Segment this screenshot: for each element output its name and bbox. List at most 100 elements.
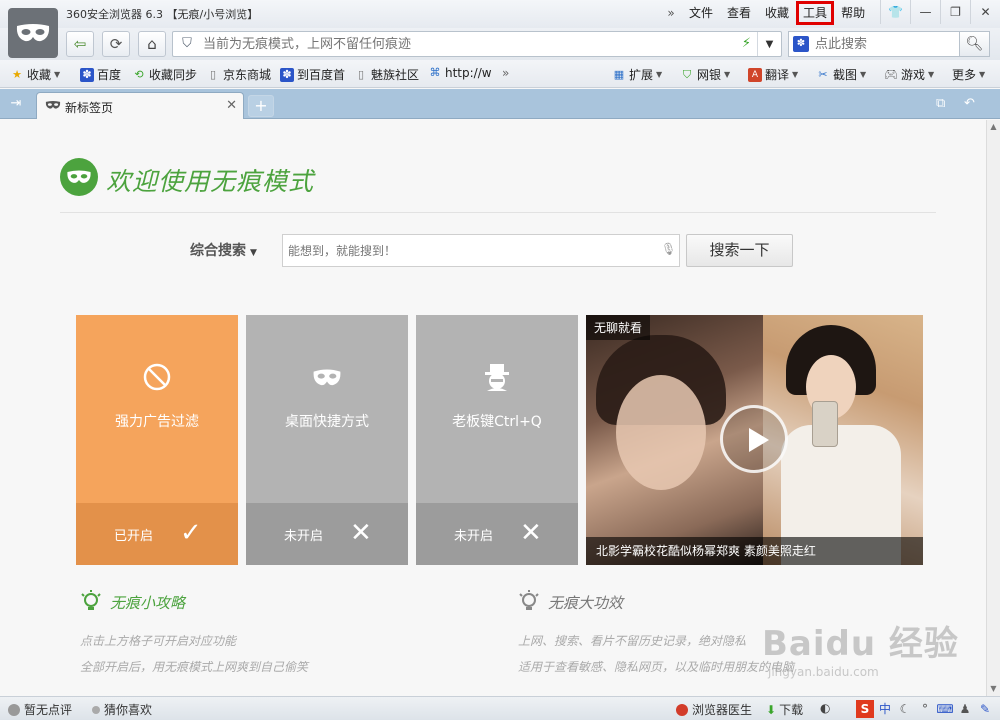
search-input[interactable] (815, 34, 955, 54)
wrench-icon[interactable]: ✎ (976, 700, 994, 718)
bookmark-baidu-home[interactable]: ✽ 到百度首 (280, 66, 345, 83)
user-icon[interactable]: ♟ (956, 700, 974, 718)
window-title: 360安全浏览器 6.3 【无痕/小号浏览】 (66, 8, 259, 21)
incognito-new-tab-page: 欢迎使用无痕模式 综合搜索▼ 🎙︎ 搜索一下 强力广告过滤 已开启 ✓ 桌面快捷… (0, 120, 986, 696)
page-search-button[interactable]: 搜索一下 (686, 234, 793, 267)
translate-icon: A (748, 67, 762, 82)
address-dropdown-icon[interactable]: ▼ (757, 32, 781, 56)
magnifier-icon: 🔍︎ (965, 36, 984, 52)
incognito-mask-icon (60, 158, 98, 196)
sidebar-toggle-icon[interactable]: ⇥ (4, 95, 28, 113)
bookmark-favorites[interactable]: ★ 收藏 ▼ (10, 66, 60, 83)
status-no-review[interactable]: 暂无点评 (8, 701, 72, 718)
toolbar-games[interactable]: 🎮︎ 游戏 ▼ (884, 66, 934, 83)
divider (60, 212, 936, 213)
doctor-cross-icon (676, 703, 688, 716)
cross-icon: ✕ (520, 518, 542, 548)
video-caption[interactable]: 北影学霸校花酷似杨幂郑爽 素颜美照走红 (586, 537, 923, 565)
plus-icon: + (254, 96, 268, 115)
menu-expand-icon[interactable]: » (660, 6, 682, 20)
baidu-paw-icon: ✽ (80, 67, 94, 82)
search-button[interactable]: 🔍︎ (960, 31, 990, 57)
menu-tools[interactable]: 工具 (796, 1, 835, 25)
toolbar-extensions[interactable]: ▦ 扩展 ▼ (612, 66, 662, 83)
bookmark-baidu[interactable]: ✽ 百度 (80, 66, 121, 83)
page-search-input[interactable] (288, 241, 648, 261)
shield-icon: ⛉ (682, 67, 692, 81)
block-icon (143, 363, 171, 391)
chevron-down-icon: ▼ (792, 70, 799, 79)
close-window-icon[interactable]: ✕ (970, 0, 1000, 24)
bookmarks-overflow-icon[interactable]: » (502, 66, 509, 80)
status-recommend[interactable]: 猜你喜欢 (92, 701, 152, 718)
lightbulb-icon (519, 590, 539, 610)
minimize-icon[interactable]: — (910, 0, 940, 24)
address-input[interactable] (203, 34, 733, 54)
tab-bar: ⇥ 新标签页 ✕ + ⧉ ↶ (0, 89, 1000, 119)
toolbar-more[interactable]: 更多 ▼ (952, 66, 985, 83)
tile-state: 已开启 (114, 529, 154, 544)
mask-icon (16, 24, 50, 42)
punctuation-icon[interactable]: ° (916, 700, 934, 718)
back-button[interactable]: ⇦ (66, 31, 94, 57)
menu-bar: » 文件 查看 收藏 工具 帮助 (660, 0, 872, 26)
video-card[interactable]: 无聊就看 北影学霸校花酷似杨幂郑爽 素颜美照走红 (586, 315, 923, 565)
restore-icon[interactable]: ❐ (940, 0, 970, 24)
close-tab-icon[interactable]: ✕ (226, 98, 237, 113)
baidu-paw-icon: ✽ (280, 67, 294, 82)
scroll-down-icon[interactable]: ▼ (987, 682, 1000, 696)
home-button[interactable]: ⌂ (138, 31, 166, 57)
menu-view[interactable]: 查看 (720, 1, 758, 25)
bookmark-meizu[interactable]: ▯ 魅族社区 (354, 66, 419, 83)
incognito-status-mask-icon[interactable]: ◐ (820, 701, 830, 715)
bookmarks-bar: ★ 收藏 ▼ ✽ 百度 ⟲ 收藏同步 ▯ 京东商城 ✽ 到百度首 ▯ 魅族社区 ⌘ http:/… (0, 60, 1000, 88)
toolbar-translate[interactable]: A 翻译 ▼ (748, 66, 798, 83)
toolbar-screenshot[interactable]: ✂ 截图 ▼ (816, 66, 866, 83)
tips-left-line: 全部开启后，用无痕模式上网爽到自己偷笑 (80, 660, 309, 674)
status-bar: 暂无点评 猜你喜欢 浏览器医生 ⬇ 下载 ◐ S 中 ☾ ° ⌨ ♟ ✎ (0, 696, 1000, 720)
ime-chinese-icon[interactable]: 中 (876, 700, 894, 718)
tile-state: 未开启 (454, 529, 494, 544)
restore-tab-icon[interactable]: ⧉ (936, 96, 945, 111)
search-type-select[interactable]: 综合搜索 ▼ (190, 240, 257, 260)
menu-favorites[interactable]: 收藏 (758, 1, 796, 25)
toolbar-ebank[interactable]: ⛉ 网银 ▼ (680, 66, 730, 83)
baidu-paw-icon[interactable]: ✽ (793, 36, 809, 52)
undo-close-icon[interactable]: ↶ (964, 96, 975, 111)
refresh-icon: ⟳ (109, 35, 123, 53)
tips-left-line: 点击上方格子可开启对应功能 (80, 634, 237, 648)
menu-file[interactable]: 文件 (682, 1, 720, 25)
tab-new-tab-page[interactable]: 新标签页 ✕ (36, 92, 244, 119)
speed-mode-icon[interactable]: ⚡ (742, 36, 751, 51)
tips-right-line: 适用于查看敏感、隐私网页，以及临时用朋友的电脑 (518, 660, 795, 674)
tile-label: 强力广告过滤 (115, 414, 199, 430)
keyboard-icon[interactable]: ⌨ (936, 700, 954, 718)
bookmark-http[interactable]: ⌘ http://w (428, 66, 492, 80)
page-title: 欢迎使用无痕模式 (106, 167, 315, 196)
menu-help[interactable]: 帮助 (834, 1, 872, 25)
security-shield-icon[interactable]: ⛉ (179, 36, 195, 52)
moon-icon[interactable]: ☾ (896, 700, 914, 718)
new-tab-button[interactable]: + (248, 95, 274, 117)
tile-boss-key[interactable]: 老板键Ctrl+Q 未开启 ✕ (416, 315, 578, 565)
chevron-down-icon: ▼ (979, 70, 986, 79)
bookmark-jd[interactable]: ▯ 京东商城 (206, 66, 271, 83)
play-icon[interactable] (720, 405, 788, 473)
refresh-button[interactable]: ⟳ (102, 31, 130, 57)
recommend-dot-icon (92, 705, 100, 714)
status-browser-doctor[interactable]: 浏览器医生 (676, 701, 752, 718)
star-icon: ★ (12, 67, 22, 81)
scroll-up-icon[interactable]: ▲ (987, 120, 1000, 134)
microphone-icon[interactable]: 🎙︎ (661, 242, 676, 260)
skin-shirt-icon[interactable]: 👕 (880, 0, 910, 24)
tile-ad-filter[interactable]: 强力广告过滤 已开启 ✓ (76, 315, 238, 565)
tile-desktop-shortcut[interactable]: 桌面快捷方式 未开启 ✕ (246, 315, 408, 565)
search-box: ✽ (788, 31, 960, 57)
status-download[interactable]: ⬇ 下载 (766, 701, 803, 718)
gamepad-icon: 🎮︎ (884, 67, 898, 81)
sogou-s-icon[interactable]: S (856, 700, 874, 718)
chevron-down-icon: ▼ (656, 70, 663, 79)
vertical-scrollbar[interactable]: ▲ ▼ (986, 120, 1000, 696)
home-icon: ⌂ (147, 35, 157, 53)
bookmark-sync[interactable]: ⟲ 收藏同步 (132, 66, 197, 83)
